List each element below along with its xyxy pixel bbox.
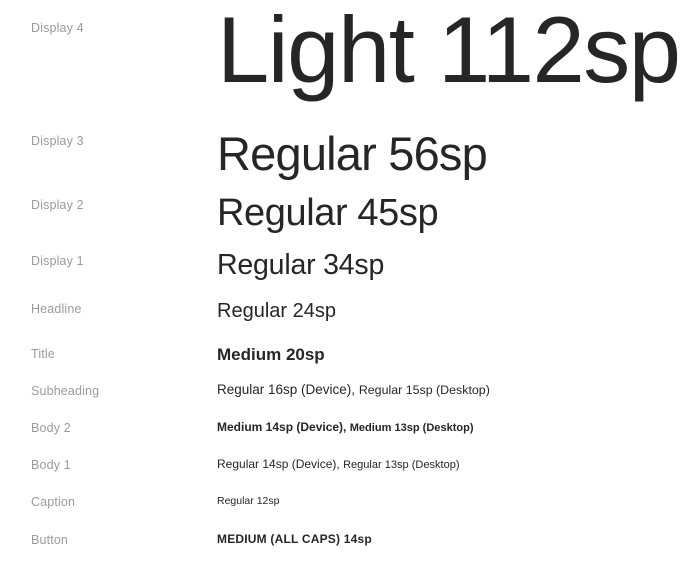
type-style-label-title: Title (31, 347, 55, 361)
type-sample-text-display-1: Regular 34sp (217, 251, 384, 280)
type-style-label-headline: Headline (31, 302, 82, 316)
sample-primary-display-2: Regular 45sp (217, 192, 439, 234)
type-sample-text-headline: Regular 24sp (217, 301, 336, 321)
type-sample-text-display-4: Light 112sp (217, 3, 681, 97)
sample-primary-display-4: Light 112sp (217, 0, 681, 102)
type-sample-text-subheading: Regular 16sp (Device), Regular 15sp (Des… (217, 383, 490, 397)
type-sample-text-button: MEDIUM (ALL CAPS) 14sp (217, 533, 372, 546)
type-style-label-body-1: Body 1 (31, 458, 71, 472)
sample-primary-body-1: Regular 14sp (Device), (217, 457, 344, 471)
sample-secondary-subheading: Regular 15sp (Desktop) (358, 383, 490, 397)
type-style-label-display-2: Display 2 (31, 198, 84, 212)
type-sample-text-display-2: Regular 45sp (217, 192, 439, 234)
sample-primary-title: Medium 20sp (217, 345, 325, 364)
sample-primary-display-3: Regular 56sp (217, 127, 488, 180)
sample-primary-caption: Regular 12sp (217, 495, 280, 507)
type-style-label-body-2: Body 2 (31, 421, 71, 435)
type-style-label-subheading: Subheading (31, 384, 100, 398)
type-style-label-caption: Caption (31, 495, 76, 509)
sample-primary-body-2: Medium 14sp (Device), (217, 420, 350, 434)
type-style-label-display-1: Display 1 (31, 254, 84, 268)
sample-secondary-body-2: Medium 13sp (Desktop) (349, 422, 474, 434)
sample-primary-button: MEDIUM (ALL CAPS) 14sp (217, 532, 372, 546)
type-sample-text-display-3: Regular 56sp (217, 127, 488, 180)
type-sample-text-body-1: Regular 14sp (Device), Regular 13sp (Des… (217, 458, 460, 471)
type-style-label-display-3: Display 3 (31, 134, 84, 148)
sample-primary-headline: Regular 24sp (217, 300, 336, 322)
type-style-label-button: Button (31, 533, 69, 547)
type-style-label-display-4: Display 4 (31, 21, 84, 35)
type-sample-text-caption: Regular 12sp (217, 496, 279, 507)
type-scale-table: Display 4 Light 112sp Display 3 Regular … (0, 0, 691, 566)
sample-primary-display-1: Regular 34sp (217, 249, 385, 281)
type-sample-text-title: Medium 20sp (217, 346, 325, 364)
sample-primary-subheading: Regular 16sp (Device), (217, 382, 359, 397)
sample-secondary-body-1: Regular 13sp (Desktop) (343, 459, 460, 471)
type-sample-text-body-2: Medium 14sp (Device), Medium 13sp (Deskt… (217, 421, 474, 434)
